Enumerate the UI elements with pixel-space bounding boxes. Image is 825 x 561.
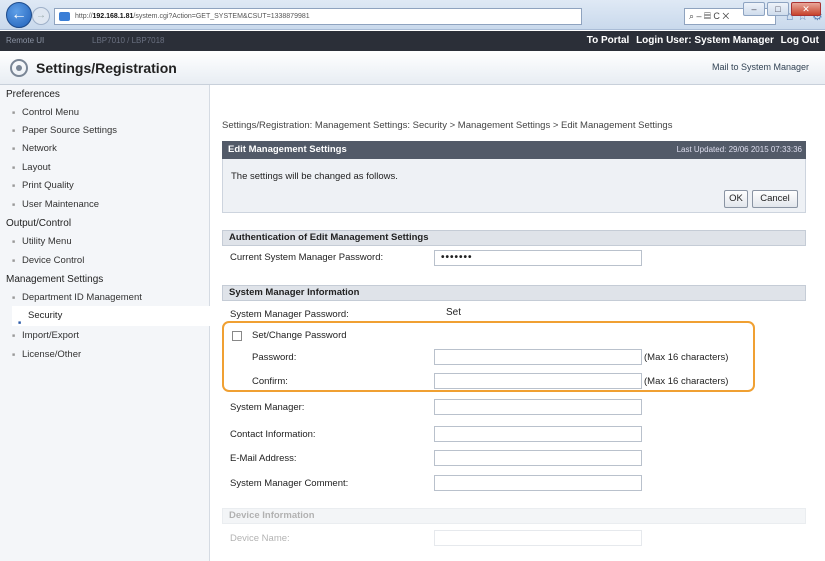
contact-information-field[interactable] — [434, 426, 642, 442]
email-address-label: E-Mail Address: — [230, 453, 297, 464]
device-info-section-header: Device Information — [222, 508, 806, 524]
breadcrumb: Settings/Registration: Management Settin… — [222, 120, 673, 131]
contact-information-label: Contact Information: — [230, 429, 316, 440]
window-controls: – □ ✕ — [743, 2, 821, 16]
sidebar-item-import-export[interactable]: Import/Export — [12, 330, 79, 341]
sidebar-group-preferences: Preferences — [6, 89, 60, 100]
system-manager-comment-label: System Manager Comment: — [230, 478, 349, 489]
login-user: Login User: System Manager — [636, 35, 774, 46]
cancel-button[interactable]: Cancel — [752, 190, 798, 208]
panel-body: The settings will be changed as follows. — [222, 159, 806, 213]
sidebar-item-network[interactable]: Network — [12, 143, 57, 154]
sidebar-item-control-menu[interactable]: Control Menu — [12, 107, 79, 118]
settings-header: Settings/Registration Mail to System Man… — [0, 51, 825, 85]
top-links: To Portal Login User: System Manager Log… — [583, 35, 819, 46]
sidebar-item-utility-menu[interactable]: Utility Menu — [12, 236, 72, 247]
minimize-button[interactable]: – — [743, 2, 765, 16]
device-name-label: Device Name: — [230, 533, 290, 544]
top-strip: Remote UI LBP7010 / LBP7018 To Portal Lo… — [0, 31, 825, 51]
system-manager-comment-field[interactable] — [434, 475, 642, 491]
to-portal-link[interactable]: To Portal — [587, 35, 630, 46]
close-button[interactable]: ✕ — [791, 2, 821, 16]
sidebar-item-user-maintenance[interactable]: User Maintenance — [12, 199, 99, 210]
device-name: Remote UI — [6, 36, 45, 45]
sidebar-item-security[interactable]: Security — [12, 306, 210, 333]
system-manager-field[interactable] — [434, 399, 642, 415]
url-host: 192.168.1.81 — [92, 13, 134, 20]
system-manager-label: System Manager: — [230, 402, 305, 413]
favicon-icon — [59, 12, 70, 21]
back-icon[interactable]: ← — [6, 2, 32, 28]
auth-section-header: Authentication of Edit Management Settin… — [222, 230, 806, 246]
sidebar-group-output-control: Output/Control — [6, 218, 72, 229]
sidebar-item-paper-source-settings[interactable]: Paper Source Settings — [12, 125, 117, 136]
page-title: Settings/Registration — [36, 60, 177, 76]
device-name-field[interactable] — [434, 530, 642, 546]
sidebar-item-device-control[interactable]: Device Control — [12, 255, 84, 266]
url-path: /system.cgi?Action=GET_SYSTEM&CSUT=13388… — [133, 13, 310, 20]
settings-gear-icon — [10, 59, 28, 77]
panel-title: Edit Management Settings — [228, 144, 347, 155]
browser-titlebar: ← → http://192.168.1.81/system.cgi?Actio… — [0, 0, 825, 30]
maximize-button[interactable]: □ — [767, 2, 789, 16]
sidebar-item-print-quality[interactable]: Print Quality — [12, 180, 74, 191]
log-out-link[interactable]: Log Out — [781, 35, 819, 46]
url-prefix: http:// — [75, 13, 93, 20]
panel-header: Edit Management Settings Last Updated: 2… — [222, 141, 806, 159]
ok-button[interactable]: OK — [724, 190, 748, 208]
device-model: LBP7010 / LBP7018 — [92, 36, 165, 45]
system-manager-section-header: System Manager Information — [222, 285, 806, 301]
current-password-label: Current System Manager Password: — [230, 252, 384, 263]
highlight-box — [222, 321, 755, 392]
last-updated: Last Updated: 29/06 2015 07:33:36 — [676, 145, 802, 154]
system-manager-password-label: System Manager Password: — [230, 309, 349, 320]
panel-message: The settings will be changed as follows. — [231, 171, 398, 182]
system-manager-password-status: Set — [446, 307, 462, 318]
sidebar-item-department-id-management[interactable]: Department ID Management — [12, 292, 142, 303]
sidebar-group-management-settings: Management Settings — [6, 274, 104, 285]
sidebar-item-license-other[interactable]: License/Other — [12, 349, 81, 360]
forward-icon[interactable]: → — [32, 7, 50, 25]
sidebar-item-layout[interactable]: Layout — [12, 162, 50, 173]
email-address-field[interactable] — [434, 450, 642, 466]
current-password-field[interactable]: ••••••• — [434, 250, 642, 266]
mail-to-system-manager-link[interactable]: Mail to System Manager — [712, 62, 809, 72]
address-bar[interactable]: http://192.168.1.81/system.cgi?Action=GE… — [54, 8, 582, 25]
